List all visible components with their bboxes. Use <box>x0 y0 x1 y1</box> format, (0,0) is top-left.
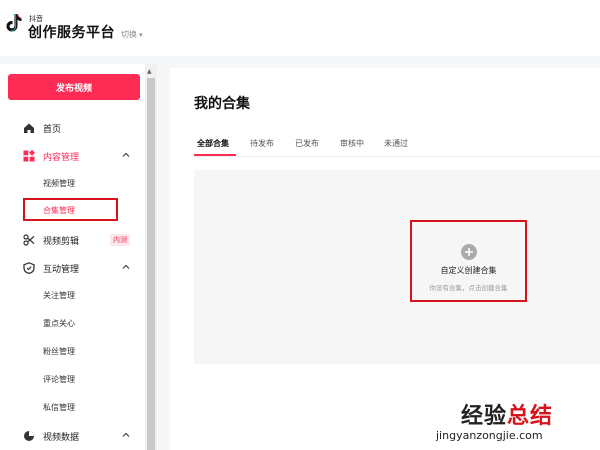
top-bar: 抖音 创作服务平台 切换 ▾ <box>0 0 600 56</box>
watermark-part-b: 总结 <box>507 404 554 429</box>
sidebar-item-label: 首页 <box>43 125 62 135</box>
sidebar-subitem-fans-management[interactable]: 粉丝管理 <box>43 346 75 357</box>
empty-collection-panel: 自定义创建合集 你没有合集，点击创建合集 <box>194 170 600 364</box>
switch-dropdown[interactable]: 切换 ▾ <box>121 29 143 40</box>
create-collection-button[interactable] <box>410 220 527 302</box>
tab-all-collections[interactable]: 全部合集 <box>197 138 229 149</box>
publish-video-button[interactable]: 发布视频 <box>8 74 140 100</box>
tab-divider <box>194 156 600 157</box>
chevron-up-icon <box>122 264 130 269</box>
sidebar-item-label: 视频剪辑 <box>43 237 80 247</box>
sidebar-subitem-comment-management[interactable]: 评论管理 <box>43 374 75 385</box>
highlight-box <box>23 198 118 221</box>
main-content: 我的合集 全部合集 待发布 已发布 审核中 未通过 自定义创建合集 你没有合集，… <box>170 68 600 450</box>
sidebar-item-home[interactable]: 首页 <box>0 118 145 138</box>
scrollbar-thumb[interactable] <box>147 78 155 450</box>
sidebar-item-interaction-management[interactable]: 互动管理 <box>0 258 145 278</box>
tab-pending[interactable]: 待发布 <box>250 138 274 149</box>
sidebar-subitem-follow-management[interactable]: 关注管理 <box>43 290 75 301</box>
switch-label: 切换 <box>121 30 137 39</box>
sidebar-item-label: 内容管理 <box>43 153 80 163</box>
sidebar-item-video-data[interactable]: 视频数据 <box>0 426 145 446</box>
sidebar-item-label: 互动管理 <box>43 265 80 275</box>
tab-published[interactable]: 已发布 <box>295 138 319 149</box>
tab-rejected[interactable]: 未通过 <box>384 138 408 149</box>
sidebar-item-label: 视频数据 <box>43 433 80 443</box>
beta-badge: 内测 <box>110 234 130 246</box>
sidebar-subitem-message-management[interactable]: 私信管理 <box>43 402 75 413</box>
chevron-up-icon <box>122 152 130 157</box>
pie-chart-icon <box>24 431 34 441</box>
sidebar-item-content-management[interactable]: 内容管理 <box>0 146 145 166</box>
home-icon <box>24 123 34 133</box>
brand-title[interactable]: 创作服务平台 <box>28 22 115 42</box>
scroll-up-icon[interactable]: ▲ <box>147 68 152 75</box>
watermark-part-a: 经验 <box>461 404 508 429</box>
scissors-icon <box>23 234 35 246</box>
shield-icon <box>23 262 35 274</box>
sidebar-subitem-video-management[interactable]: 视频管理 <box>43 178 75 189</box>
tab-under-review[interactable]: 审核中 <box>340 138 364 149</box>
chevron-up-icon <box>122 432 130 437</box>
watermark-text: 经验总结 <box>461 398 553 430</box>
grid-icon <box>23 150 35 162</box>
sidebar: 发布视频 首页 内容管理 视频管理 合集管理 视频剪辑 内测 互动管理 关注管理… <box>0 64 157 450</box>
caret-down-icon: ▾ <box>139 31 143 39</box>
page-title: 我的合集 <box>194 96 250 112</box>
douyin-logo-icon[interactable] <box>5 13 23 33</box>
watermark-url: jingyanzongjie.com <box>436 429 543 442</box>
sidebar-subitem-key-focus[interactable]: 重点关心 <box>43 318 75 329</box>
